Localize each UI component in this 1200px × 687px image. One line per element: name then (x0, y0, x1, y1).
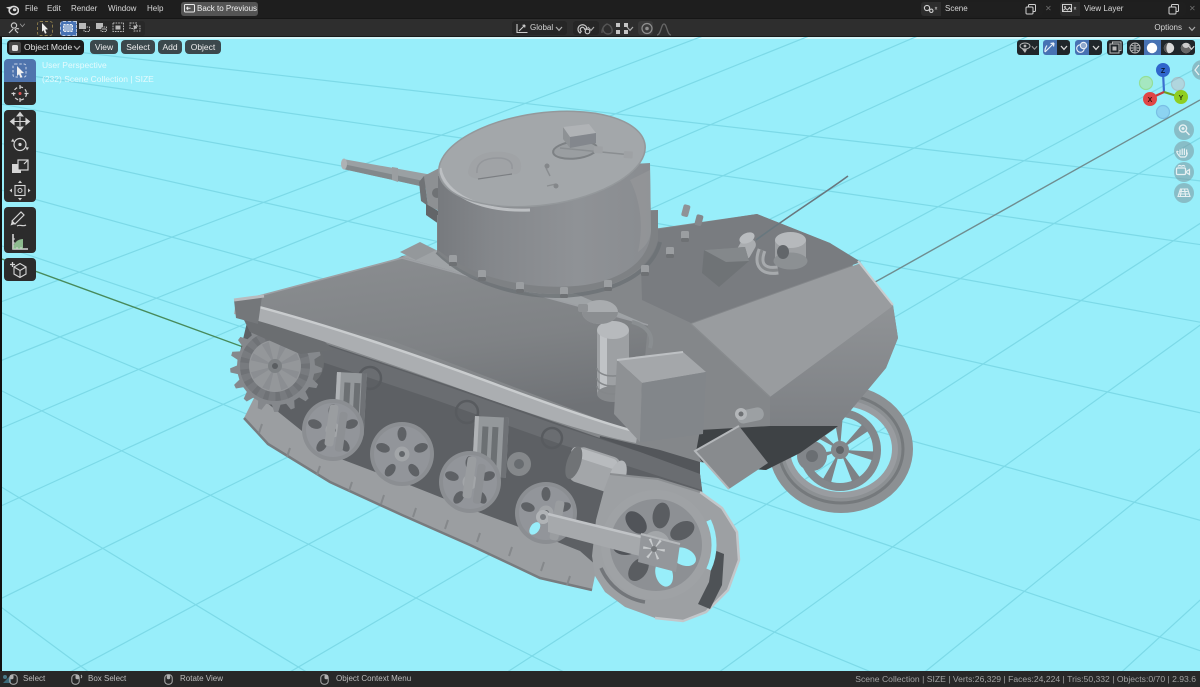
svg-text:X: X (1148, 97, 1153, 104)
svg-text:Z: Z (1161, 68, 1166, 75)
svg-text:User Perspective: User Perspective (42, 60, 107, 70)
svg-text:Y: Y (1179, 95, 1184, 102)
svg-text:(232) Scene Collection | SIZE: (232) Scene Collection | SIZE (42, 74, 154, 84)
